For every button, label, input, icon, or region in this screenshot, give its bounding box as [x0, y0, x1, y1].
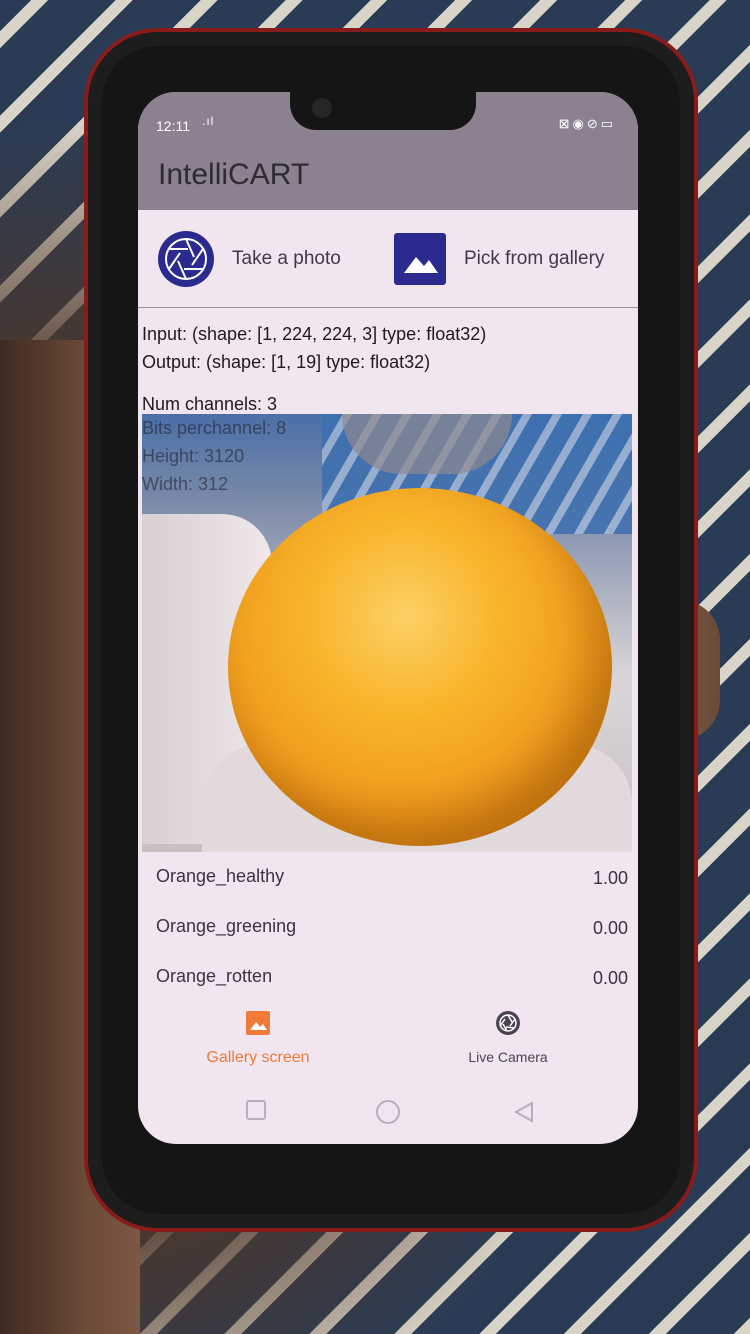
result-label: Orange_healthy	[156, 866, 285, 886]
app-title: IntelliCART	[158, 158, 310, 191]
image-icon	[245, 1010, 271, 1036]
action-row: Take a photo Pick from gallery	[138, 210, 638, 308]
take-photo-button[interactable]: Take a photo	[158, 228, 341, 290]
phone-screen: 12:11 .ıl ⊠◉⊘▭ IntelliCART Take a photo …	[138, 92, 638, 1144]
nav-camera-label: Live Camera	[468, 1049, 548, 1065]
result-label: Orange_rotten	[156, 966, 273, 986]
orange-fruit	[228, 488, 612, 846]
system-nav-bar	[138, 1084, 638, 1144]
circle-icon[interactable]	[376, 1100, 400, 1124]
take-photo-label: Take a photo	[232, 248, 341, 269]
pick-gallery-button[interactable]: Pick from gallery	[394, 228, 604, 290]
camera-aperture-icon	[495, 1010, 521, 1036]
results-list: Orange_healthy 1.00 Orange_greening 0.00…	[138, 852, 638, 1002]
result-label: Orange_greening	[156, 916, 297, 936]
camera-aperture-icon	[158, 231, 214, 287]
result-row: Orange_rotten 0.00	[138, 952, 638, 1002]
notch	[290, 92, 476, 130]
nav-gallery-screen[interactable]: Gallery screen	[138, 1010, 378, 1067]
bits-per-channel-text: Bits perchannel: 8	[142, 418, 287, 438]
nav-live-camera[interactable]: Live Camera	[388, 1010, 628, 1065]
selected-image: Bits perchannel: 8 Height: 3120 Width: 3…	[142, 414, 632, 852]
output-shape-text: Output: (shape: [1, 19] type: float32)	[142, 352, 431, 372]
nav-gallery-label: Gallery screen	[206, 1049, 310, 1066]
image-icon	[394, 233, 446, 285]
result-row: Orange_greening 0.00	[138, 902, 638, 952]
result-value: 1.00	[592, 868, 628, 888]
pick-gallery-label: Pick from gallery	[464, 248, 605, 269]
status-icons: ⊠◉⊘▭	[558, 116, 616, 131]
width-text: Width: 312	[142, 474, 229, 494]
signal-wifi-icon: .ıl	[202, 114, 215, 128]
front-camera	[312, 98, 332, 118]
app-bar: IntelliCART	[138, 146, 638, 210]
square-icon[interactable]	[246, 1100, 266, 1120]
triangle-back-icon[interactable]	[512, 1100, 536, 1124]
input-shape-text: Input: (shape: [1, 224, 224, 3] type: fl…	[142, 324, 487, 344]
status-time: 12:11	[156, 118, 190, 134]
height-text: Height: 3120	[142, 446, 245, 466]
result-row: Orange_healthy 1.00	[138, 852, 638, 902]
result-value: 0.00	[592, 968, 628, 988]
model-info: Input: (shape: [1, 224, 224, 3] type: fl…	[142, 320, 632, 418]
result-value: 0.00	[592, 918, 628, 938]
bottom-nav: Gallery screen Live Camera	[138, 1000, 638, 1076]
image-meta-overlay: Bits perchannel: 8 Height: 3120 Width: 3…	[142, 414, 286, 498]
